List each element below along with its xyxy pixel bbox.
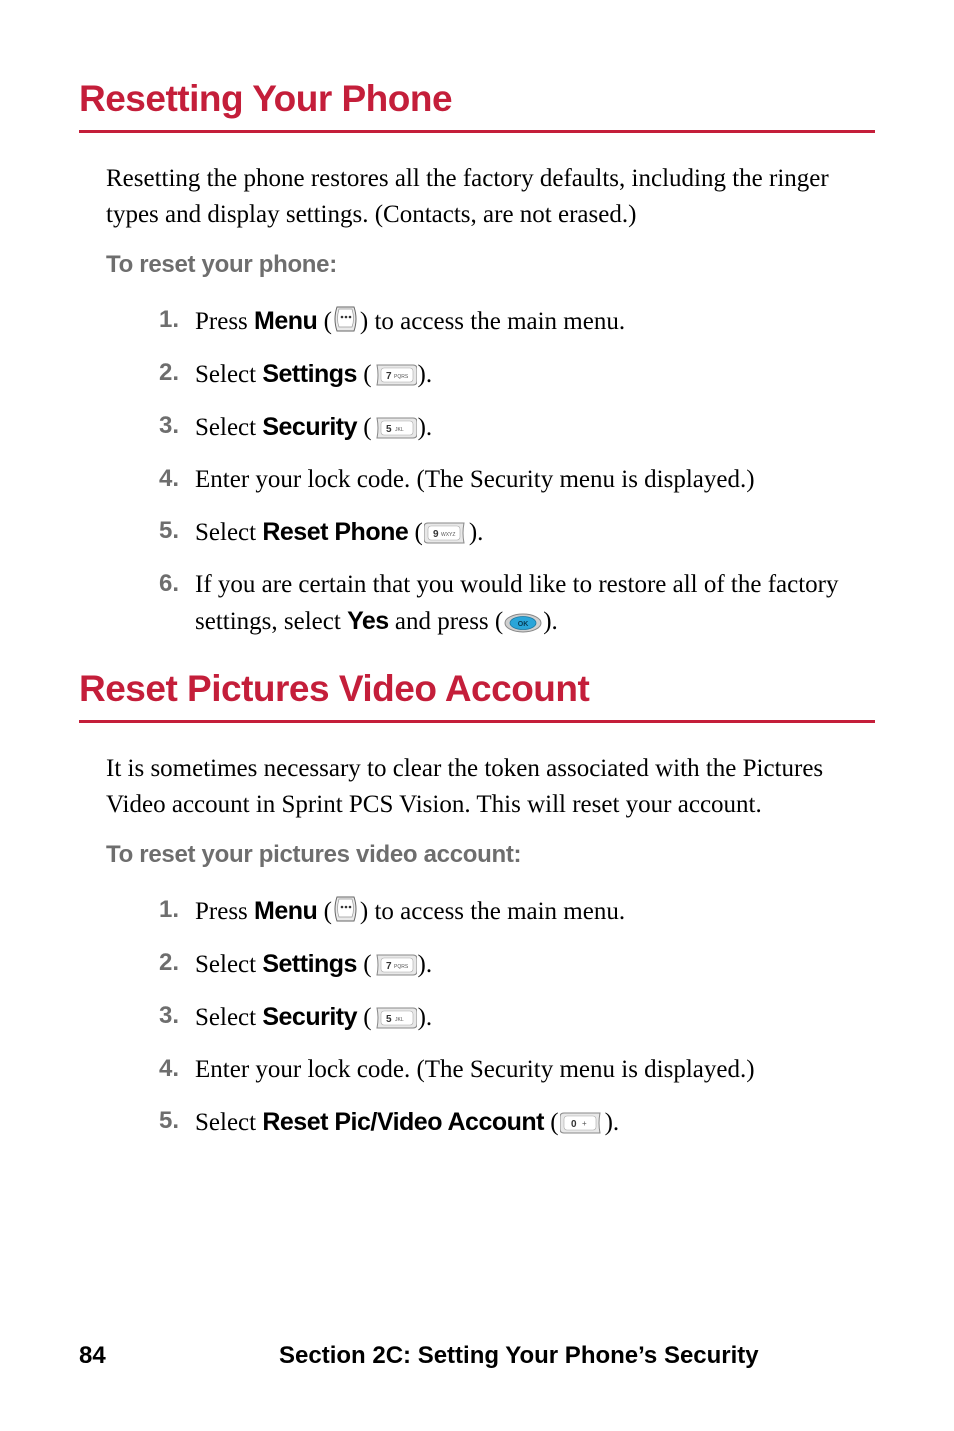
- subhead-reset-phone: To reset your phone:: [106, 251, 875, 279]
- heading-resetting: Resetting Your Phone: [79, 78, 875, 133]
- svg-text:JKL: JKL: [395, 427, 404, 433]
- step-text: Select: [195, 414, 262, 441]
- key-7-icon: 7PQRS: [373, 364, 417, 386]
- step-text: to access the main menu.: [368, 308, 625, 335]
- step-bold: Settings: [262, 360, 357, 388]
- svg-text:+: +: [582, 1119, 587, 1128]
- step-2: 2. Select Settings (7PQRS).: [139, 356, 875, 393]
- step-bold: Reset Pic/Video Account: [262, 1108, 544, 1136]
- step-2: 2. Select Settings (7PQRS).: [139, 946, 875, 983]
- svg-text:0: 0: [571, 1119, 577, 1130]
- intro-reset-pictures: It is sometimes necessary to clear the t…: [106, 751, 875, 823]
- svg-text:PQRS: PQRS: [394, 964, 409, 970]
- svg-text:7: 7: [386, 371, 392, 382]
- step-number: 3.: [139, 999, 179, 1034]
- ok-key-icon: OK: [504, 613, 542, 633]
- step-text: Enter your lock code. (The Security menu…: [195, 466, 755, 493]
- svg-text:JKL: JKL: [395, 1017, 404, 1023]
- subhead-reset-pictures: To reset your pictures video account:: [106, 841, 875, 869]
- footer-section: Section 2C: Setting Your Phone’s Securit…: [279, 1342, 875, 1370]
- step-text: Enter your lock code. (The Security menu…: [195, 1056, 755, 1083]
- step-number: 5.: [139, 514, 179, 549]
- steps-reset-phone: 1. Press Menu () to access the main menu…: [79, 303, 875, 640]
- intro-resetting: Resetting the phone restores all the fac…: [106, 161, 875, 233]
- svg-text:OK: OK: [518, 621, 529, 628]
- step-3: 3. Select Security (5JKL).: [139, 999, 875, 1036]
- key-5-icon: 5JKL: [373, 417, 417, 439]
- step-number: 5.: [139, 1104, 179, 1139]
- step-1: 1. Press Menu () to access the main menu…: [139, 893, 875, 930]
- key-7-icon: 7PQRS: [373, 954, 417, 976]
- svg-text:5: 5: [386, 1014, 392, 1025]
- step-bold: Reset Phone: [262, 518, 408, 546]
- step-number: 2.: [139, 356, 179, 391]
- key-5-icon: 5JKL: [373, 1007, 417, 1029]
- step-text: Select: [195, 951, 262, 978]
- step-number: 4.: [139, 1052, 179, 1087]
- step-text: Select: [195, 519, 262, 546]
- page-footer: 84 Section 2C: Setting Your Phone’s Secu…: [79, 1342, 875, 1370]
- step-number: 2.: [139, 946, 179, 981]
- page-number: 84: [79, 1342, 279, 1370]
- step-bold: Menu: [254, 307, 317, 335]
- svg-text:9: 9: [433, 529, 439, 540]
- step-text: Press: [195, 898, 254, 925]
- step-5: 5. Select Reset Pic/Video Account (0+).: [139, 1104, 875, 1141]
- step-bold: Yes: [347, 607, 389, 635]
- step-number: 1.: [139, 893, 179, 928]
- heading-reset-pictures: Reset Pictures Video Account: [79, 668, 875, 723]
- step-text: Select: [195, 1004, 262, 1031]
- step-3: 3. Select Security (5JKL).: [139, 409, 875, 446]
- section-resetting-phone: Resetting Your Phone Resetting the phone…: [79, 78, 875, 640]
- step-text: Select: [195, 1109, 262, 1136]
- step-text: and press: [389, 608, 489, 635]
- svg-text:PQRS: PQRS: [394, 374, 409, 380]
- svg-text:7: 7: [386, 961, 392, 972]
- step-text: to access the main menu.: [368, 898, 625, 925]
- step-4: 4. Enter your lock code. (The Security m…: [139, 462, 875, 498]
- step-bold: Menu: [254, 897, 317, 925]
- svg-text:WXYZ: WXYZ: [441, 532, 455, 538]
- steps-reset-pictures: 1. Press Menu () to access the main menu…: [79, 893, 875, 1141]
- step-number: 4.: [139, 462, 179, 497]
- step-text: Press: [195, 308, 254, 335]
- section-reset-pictures: Reset Pictures Video Account It is somet…: [79, 668, 875, 1141]
- step-text: Select: [195, 361, 262, 388]
- menu-key-icon: [333, 895, 359, 923]
- step-5: 5. Select Reset Phone (9WXYZ).: [139, 514, 875, 551]
- step-1: 1. Press Menu () to access the main menu…: [139, 303, 875, 340]
- step-number: 3.: [139, 409, 179, 444]
- step-6: 6. If you are certain that you would lik…: [139, 567, 875, 640]
- key-0-icon: 0+: [560, 1112, 604, 1134]
- menu-key-icon: [333, 305, 359, 333]
- key-9-icon: 9WXYZ: [424, 522, 468, 544]
- svg-text:5: 5: [386, 424, 392, 435]
- step-4: 4. Enter your lock code. (The Security m…: [139, 1052, 875, 1088]
- step-bold: Security: [262, 413, 357, 441]
- step-number: 1.: [139, 303, 179, 338]
- step-number: 6.: [139, 567, 179, 602]
- step-bold: Security: [262, 1003, 357, 1031]
- step-bold: Settings: [262, 950, 357, 978]
